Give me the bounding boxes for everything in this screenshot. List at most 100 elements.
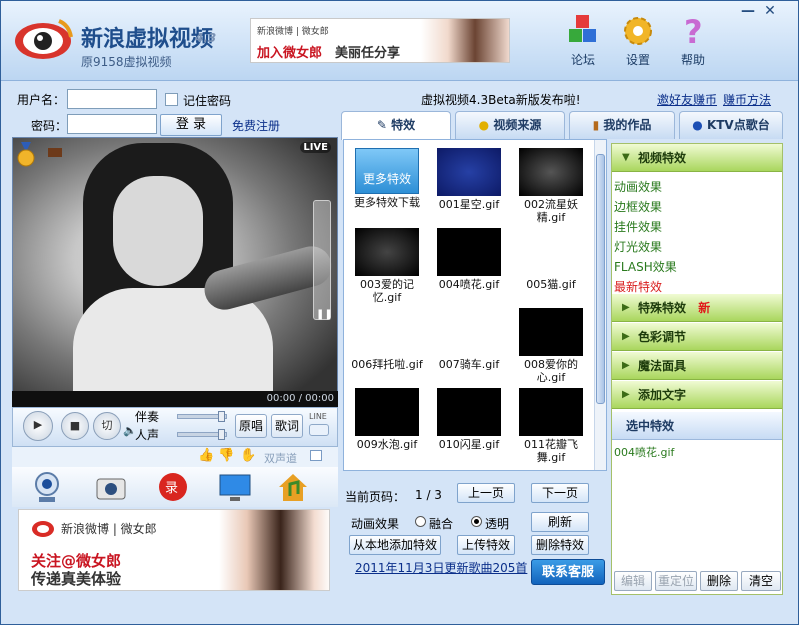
help-label: 帮助	[680, 53, 705, 67]
play-button[interactable]: ▶	[23, 411, 53, 441]
category-text[interactable]: ▶ 添加文字	[612, 381, 782, 409]
earn-method-link[interactable]: 赚币方法	[723, 91, 771, 108]
line-toggle[interactable]	[309, 424, 329, 436]
effect-item[interactable]: 004喷花.gif	[428, 222, 510, 298]
forum-button[interactable]: 论坛	[561, 13, 605, 68]
tab-video-source[interactable]: ● 视频来源	[455, 111, 565, 139]
clear-button[interactable]: 清空	[741, 571, 781, 591]
music-house-icon[interactable]	[276, 470, 310, 504]
upload-effect-button[interactable]: 上传特效	[457, 535, 515, 555]
prev-page-button[interactable]: 上一页	[457, 483, 515, 503]
selected-effect-item[interactable]: 004喷花.gif	[614, 444, 674, 460]
tab-my-works[interactable]: ▮ 我的作品	[569, 111, 675, 139]
window-icon[interactable]	[310, 450, 322, 461]
effect-item[interactable]: 006拜托啦.gif	[346, 302, 428, 378]
effect-item[interactable]: 010闪星.gif	[428, 382, 510, 458]
ad-bottom-photo	[219, 510, 329, 590]
camera-icon[interactable]	[94, 470, 128, 504]
monitor-icon[interactable]	[218, 470, 252, 504]
effect-caption: 001星空.gif	[438, 198, 500, 211]
thumbs-down-icon[interactable]: 👎	[218, 448, 234, 463]
register-link[interactable]: 免费注册	[232, 117, 280, 134]
close-button[interactable]: ✕	[761, 3, 779, 19]
invite-friends-link[interactable]: 邀好友赚币	[657, 91, 717, 108]
blend-radio[interactable]	[415, 516, 426, 527]
login-button[interactable]: 登 录	[160, 114, 222, 136]
pause-icon[interactable]: ❚❚	[316, 309, 333, 321]
webcam-icon[interactable]	[30, 470, 64, 504]
effect-caption: 003爱的记忆.gif	[360, 278, 414, 304]
effect-item[interactable]: 011花瓣飞舞.gif	[510, 382, 592, 464]
effect-thumbnail	[355, 388, 419, 436]
effect-item[interactable]: 009水泡.gif	[346, 382, 428, 458]
bottom-banner-ad[interactable]: 新浪微博 | 微女郎 关注@微女郎 传递真美体验	[18, 509, 330, 591]
category-video-effects[interactable]: ▼ 视频特效	[612, 144, 782, 172]
refresh-button[interactable]: 刷新	[531, 512, 589, 532]
hand-icon[interactable]: ✋	[240, 448, 256, 463]
ad-line-1: 加入微女郎	[257, 46, 323, 61]
contact-service-button[interactable]: 联系客服	[531, 559, 605, 585]
tab-ktv-label: KTV点歌台	[706, 118, 770, 132]
effect-item[interactable]: 003爱的记忆.gif	[346, 222, 428, 304]
effect-item[interactable]: 005猫.gif	[510, 222, 592, 298]
edit-button[interactable]: 编辑	[614, 571, 652, 591]
lyrics-button[interactable]: 歌词	[271, 414, 303, 438]
delete-button[interactable]: 删除	[700, 571, 738, 591]
update-note-link[interactable]: 2011年11月3日更新歌曲205首	[355, 559, 527, 576]
category-mask[interactable]: ▶ 魔法面具	[612, 352, 782, 380]
effect-item[interactable]: 008爱你的心.gif	[510, 302, 592, 384]
sub-light[interactable]: 灯光效果	[614, 238, 662, 255]
next-page-button[interactable]: 下一页	[531, 483, 589, 503]
app-title: 新浪虚拟视频	[81, 27, 214, 52]
playback-time: 00:00 / 00:00	[12, 391, 338, 407]
chevron-right-icon: ▶	[622, 331, 630, 342]
category-special[interactable]: ▶ 特殊特效 新	[612, 294, 782, 322]
ad-brand: 新浪微博 | 微女郎	[257, 27, 329, 37]
effect-thumbnail	[437, 308, 501, 356]
sub-latest[interactable]: 最新特效	[614, 278, 662, 295]
original-button[interactable]: 原唱	[235, 414, 267, 438]
record-icon[interactable]: 录	[156, 470, 190, 504]
username-input[interactable]	[67, 89, 157, 109]
delete-effect-button[interactable]: 删除特效	[531, 535, 589, 555]
switch-button[interactable]: 切	[93, 412, 121, 440]
thumbs-up-icon[interactable]: 👍	[198, 448, 214, 463]
effect-item[interactable]: 更多特效 更多特效下载	[346, 142, 428, 218]
settings-button[interactable]: 设置	[616, 13, 660, 68]
category-color[interactable]: ▶ 色彩调节	[612, 323, 782, 351]
top-banner-ad[interactable]: 新浪微博 | 微女郎 加入微女郎 美丽任分享	[250, 18, 510, 63]
voice-slider[interactable]	[177, 429, 227, 440]
minimize-button[interactable]: —	[739, 3, 757, 19]
effects-scrollbar[interactable]	[594, 140, 606, 470]
sub-border[interactable]: 边框效果	[614, 198, 662, 215]
add-local-effect-button[interactable]: 从本地添加特效	[349, 535, 441, 555]
remember-label: 记住密码	[183, 94, 232, 108]
gift-icons-row: 👍 👎 ✋ 双声道	[12, 447, 338, 467]
stop-button[interactable]: ■	[61, 412, 89, 440]
category-label: 特殊特效	[638, 301, 687, 315]
line-label: LINE	[309, 412, 327, 421]
weibo-logo-icon	[32, 521, 54, 537]
effect-item[interactable]: 001星空.gif	[428, 142, 510, 218]
help-button[interactable]: ? 帮助	[671, 13, 715, 68]
video-volume-slider[interactable]: ❚❚	[313, 200, 333, 321]
sub-pendant[interactable]: 挂件效果	[614, 218, 662, 235]
tab-effects[interactable]: ✎ 特效	[341, 111, 451, 140]
effect-item[interactable]: 002流星妖精.gif	[510, 142, 592, 224]
accompany-slider[interactable]	[177, 411, 227, 422]
transparent-radio[interactable]	[471, 516, 482, 527]
reposition-button[interactable]: 重定位	[655, 571, 697, 591]
ad-bottom-line-2: 传递真美体验	[31, 570, 122, 588]
password-input[interactable]	[67, 114, 157, 134]
svg-text:?: ?	[684, 13, 703, 49]
effect-item[interactable]: 007骑车.gif	[428, 302, 510, 378]
tab-ktv[interactable]: ● KTV点歌台	[679, 111, 783, 139]
more-effects-button[interactable]: 更多特效	[355, 148, 419, 194]
effect-thumbnail	[437, 388, 501, 436]
sub-flash[interactable]: FLASH效果	[614, 258, 677, 275]
tab-my-works-label: 我的作品	[603, 118, 652, 132]
remember-checkbox[interactable]	[165, 93, 178, 106]
chevron-down-icon: ▼	[622, 152, 630, 163]
gear-icon	[624, 17, 652, 45]
sub-animation[interactable]: 动画效果	[614, 178, 662, 195]
